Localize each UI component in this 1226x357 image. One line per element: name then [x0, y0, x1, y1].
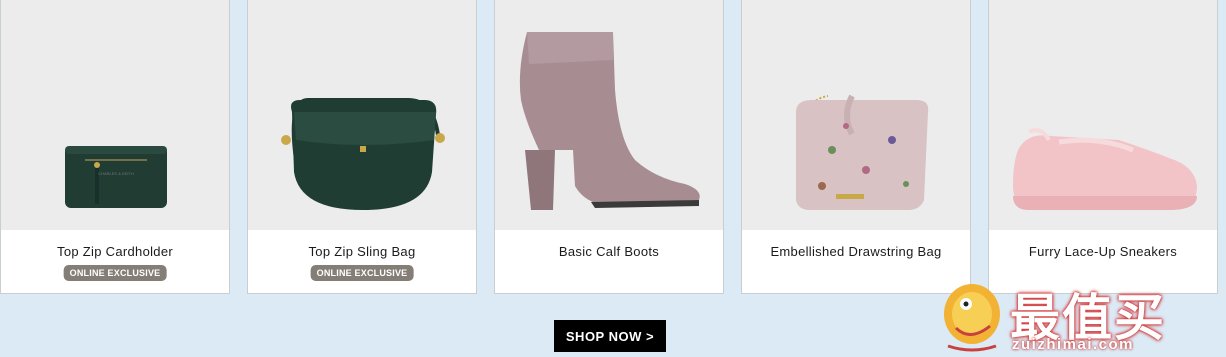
product-card[interactable]: Embellished Drawstring Bag [741, 0, 971, 294]
online-exclusive-badge: ONLINE EXCLUSIVE [310, 265, 414, 281]
product-name[interactable]: Top Zip Cardholder [1, 244, 229, 259]
product-name[interactable]: Basic Calf Boots [495, 244, 723, 259]
online-exclusive-badge: ONLINE EXCLUSIVE [63, 265, 167, 281]
product-card[interactable]: Top Zip Sling Bag ONLINE EXCLUSIVE [247, 0, 477, 294]
shop-now-button[interactable]: SHOP NOW > [554, 320, 666, 352]
svg-text:CHARLES & KEITH: CHARLES & KEITH [98, 171, 134, 176]
product-card[interactable]: Furry Lace-Up Sneakers [988, 0, 1218, 294]
product-grid: CHARLES & KEITH Top Zip Cardholder ONLIN… [0, 0, 1226, 296]
product-card[interactable]: CHARLES & KEITH Top Zip Cardholder ONLIN… [0, 0, 230, 294]
product-image-drawstring-bag[interactable] [742, 0, 970, 230]
watermark-url-text: zuizhimai.com [1012, 336, 1135, 353]
product-image-sling-bag[interactable] [248, 0, 476, 230]
product-name[interactable]: Embellished Drawstring Bag [742, 244, 970, 259]
product-image-boot[interactable] [495, 0, 723, 230]
product-image-sneaker[interactable] [989, 0, 1217, 230]
product-name[interactable]: Furry Lace-Up Sneakers [989, 244, 1217, 259]
product-name[interactable]: Top Zip Sling Bag [248, 244, 476, 259]
product-image-cardholder[interactable]: CHARLES & KEITH [1, 0, 229, 230]
product-card[interactable]: Basic Calf Boots [494, 0, 724, 294]
shop-now-label: SHOP NOW > [565, 328, 655, 344]
